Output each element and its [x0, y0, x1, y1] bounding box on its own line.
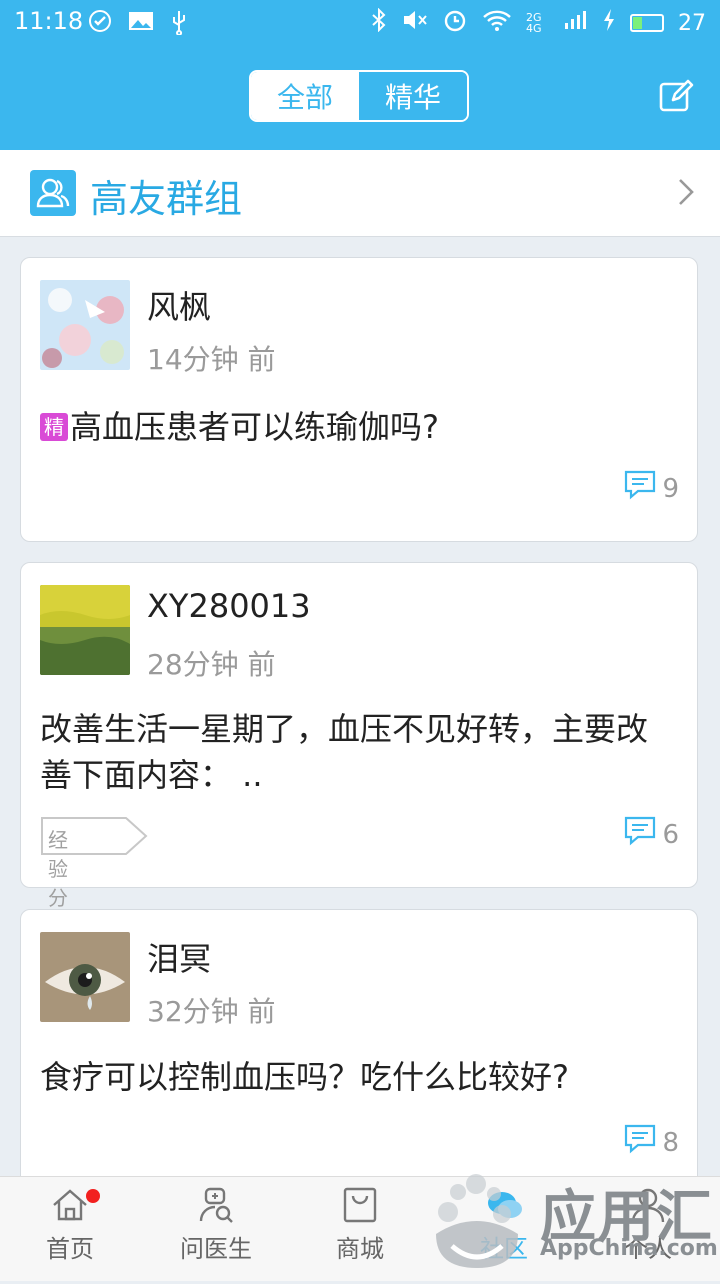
title-bar: 全部 精华 [0, 44, 720, 150]
nav-ask-doctor[interactable]: 问医生 [156, 1185, 276, 1264]
comment-count[interactable]: 9 [624, 470, 679, 507]
alarm-icon [442, 7, 468, 39]
nav-home[interactable]: 首页 [10, 1185, 130, 1264]
post-time: 14分钟 前 [147, 343, 276, 376]
tab-featured[interactable]: 精华 [359, 72, 467, 120]
featured-badge: 精 [40, 413, 68, 441]
check-circle-icon [88, 9, 112, 41]
comment-number: 6 [662, 819, 679, 850]
post-time: 32分钟 前 [147, 995, 276, 1028]
comment-number: 9 [662, 473, 679, 504]
comment-count[interactable]: 8 [624, 1124, 679, 1161]
post-time: 28分钟 前 [147, 648, 276, 681]
comment-icon [624, 816, 656, 853]
comment-icon [624, 1124, 656, 1161]
battery-level: 27 [678, 10, 706, 36]
post-card[interactable]: 泪冥 32分钟 前 食疗可以控制血压吗？吃什么比较好? 8 [20, 909, 698, 1199]
charging-icon [602, 8, 616, 38]
watermark-sub: AppChina.com [540, 1236, 718, 1261]
comment-icon [624, 470, 656, 507]
signal-bars-icon [564, 9, 588, 37]
image-notification-icon [128, 9, 154, 41]
group-header[interactable]: 高友群组 [0, 150, 720, 237]
username[interactable]: 风枫 [147, 282, 211, 328]
mute-icon [402, 8, 428, 38]
status-bar: 11:18 2G 4G 27 [0, 0, 720, 44]
nav-shop[interactable]: 商城 [300, 1185, 420, 1264]
post-card[interactable]: 风枫 14分钟 前 精高血压患者可以练瑜伽吗? 9 [20, 257, 698, 542]
home-icon [10, 1185, 130, 1225]
username[interactable]: 泪冥 [147, 934, 211, 980]
post-text[interactable]: 食疗可以控制血压吗？吃什么比较好? [40, 1054, 667, 1100]
comment-number: 8 [662, 1127, 679, 1158]
chevron-right-icon [678, 178, 694, 210]
avatar[interactable] [40, 585, 130, 675]
usb-icon [170, 9, 188, 41]
post-text[interactable]: 改善生活一星期了，血压不见好转，主要改善下面内容： .. [40, 706, 667, 798]
post-text: 高血压患者可以练瑜伽吗? [70, 408, 439, 446]
battery-icon [630, 14, 664, 32]
edit-icon[interactable] [658, 78, 694, 114]
shop-bag-icon [300, 1185, 420, 1225]
username[interactable]: XY280013 [147, 587, 311, 625]
segmented-control: 全部 精华 [249, 70, 469, 122]
group-icon [30, 170, 76, 216]
nav-label: 问医生 [180, 1235, 252, 1263]
tab-all[interactable]: 全部 [251, 72, 359, 120]
wifi-icon [482, 8, 512, 38]
status-time: 11:18 [14, 7, 84, 35]
avatar[interactable] [40, 280, 130, 370]
notification-dot [86, 1189, 100, 1203]
comment-count[interactable]: 6 [624, 816, 679, 853]
doctor-icon [156, 1185, 276, 1225]
bluetooth-icon [370, 7, 388, 38]
nav-label: 商城 [336, 1235, 384, 1263]
group-title: 高友群组 [90, 177, 243, 221]
post-content[interactable]: 精高血压患者可以练瑜伽吗? [40, 404, 667, 450]
nav-label: 首页 [46, 1235, 94, 1263]
signal-icon: 2G 4G [526, 11, 542, 35]
avatar[interactable] [40, 932, 130, 1022]
post-card[interactable]: XY280013 28分钟 前 改善生活一星期了，血压不见好转，主要改善下面内容… [20, 562, 698, 939]
